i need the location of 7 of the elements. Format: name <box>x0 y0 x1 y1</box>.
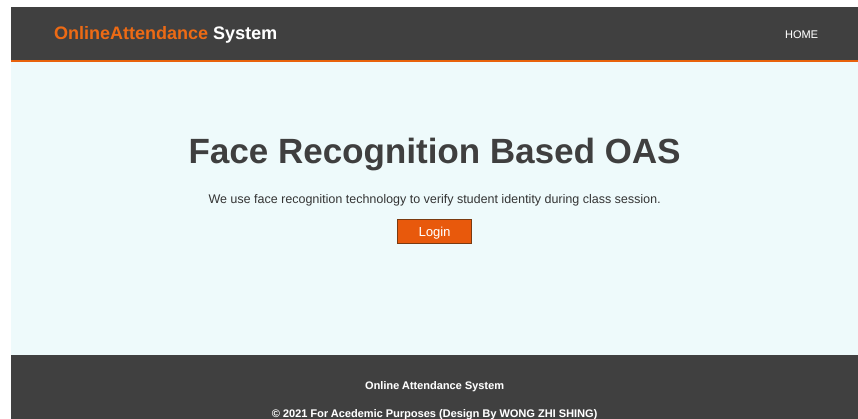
page-title: Face Recognition Based OAS <box>188 132 681 172</box>
copyright-text: © 2021 For Acedemic Purposes (Design By WONG ZHI SHING) <box>272 408 598 419</box>
login-button[interactable]: Login <box>397 219 472 244</box>
nav-link[interactable]: HOME <box>785 28 818 40</box>
site-logo[interactable]: OnlineAttendance System <box>54 23 278 44</box>
footer-title: Online Attendance System <box>365 380 504 392</box>
description-text: We use face recognition technology to verify student identity during class session. <box>208 192 661 206</box>
